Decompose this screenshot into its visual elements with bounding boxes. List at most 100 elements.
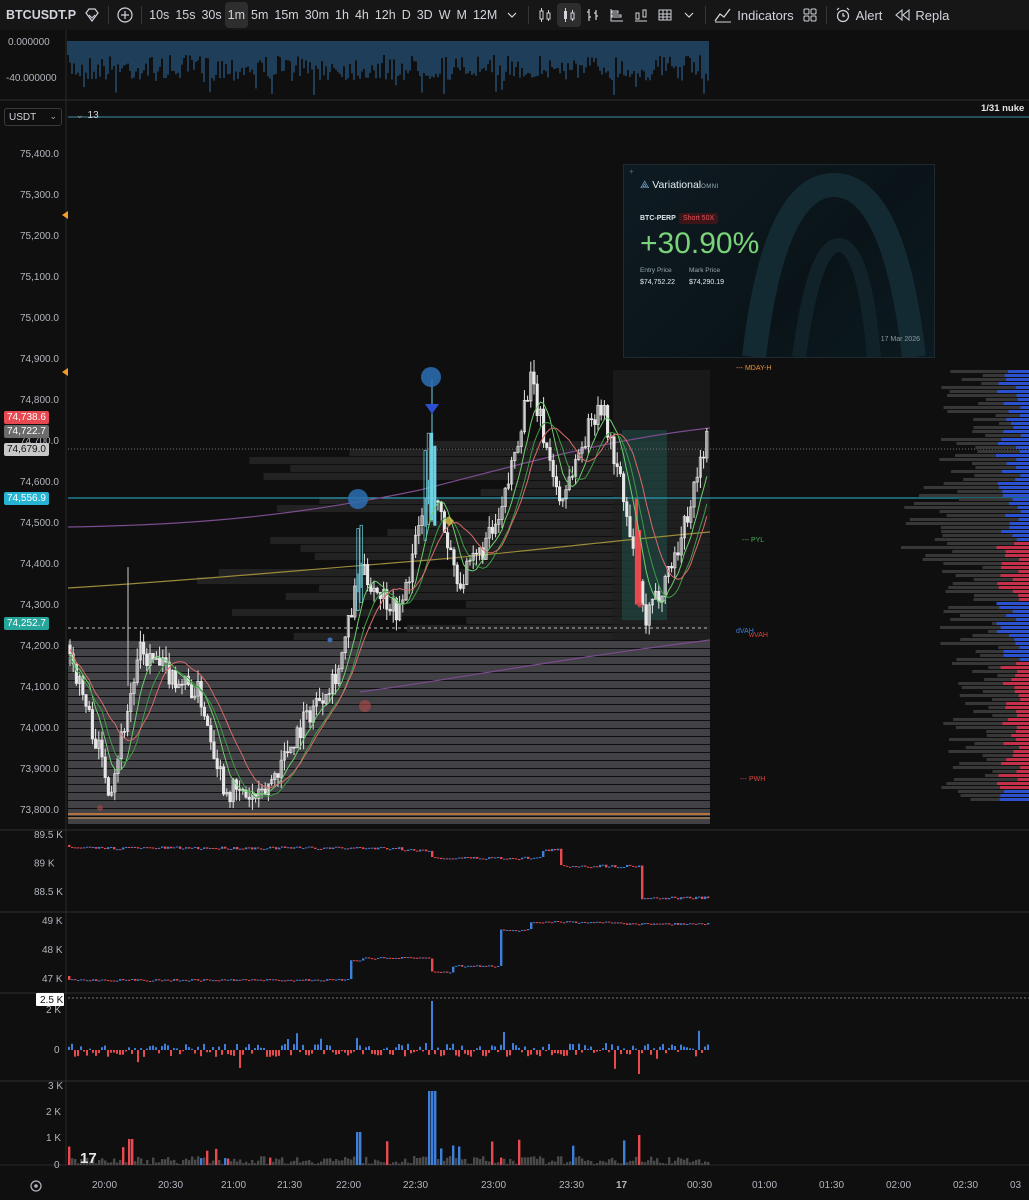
chevron-down-icon[interactable]: [500, 3, 524, 27]
pane4-bar: [131, 1139, 134, 1165]
pane1-bar: [563, 865, 566, 867]
indicators-button[interactable]: Indicators: [710, 2, 797, 28]
pane3-bar: [146, 1048, 148, 1050]
pane1-bar: [311, 846, 314, 848]
volume-profile-right: [1002, 494, 1029, 497]
pane2-bar: [185, 979, 188, 981]
interval-w[interactable]: W: [436, 2, 454, 28]
pane3-bar: [692, 1048, 694, 1050]
volume-profile-right: [1003, 402, 1029, 405]
pane3-bar: [113, 1050, 115, 1053]
pane4-bar: [224, 1158, 227, 1165]
pane1-bar: [221, 846, 224, 849]
chevron-down-icon[interactable]: [677, 3, 701, 27]
pane3-bar: [194, 1050, 196, 1054]
pane2-bar: [98, 980, 101, 982]
pane3-bar: [83, 1050, 85, 1052]
interval-30m[interactable]: 30m: [302, 2, 332, 28]
volume-profile-right: [1017, 778, 1029, 781]
alert-button[interactable]: Alert: [831, 2, 887, 28]
volume-profile-right: [1015, 674, 1029, 677]
pane3-bar: [257, 1044, 259, 1050]
pane2-bar: [365, 957, 368, 959]
pane1-bar: [467, 857, 470, 859]
pane3-bar: [374, 1050, 376, 1055]
candle-body: [644, 604, 648, 626]
volume-profile-right: [998, 774, 1029, 777]
pane1-bar: [515, 858, 518, 860]
pane3-bar: [635, 1048, 637, 1050]
pane1-bar: [689, 896, 692, 899]
interval-1h[interactable]: 1h: [332, 2, 352, 28]
volume-profile-right: [1014, 638, 1029, 641]
pane2-bar: [566, 921, 569, 923]
interval-12h[interactable]: 12h: [372, 2, 399, 28]
table-icon[interactable]: [653, 3, 677, 27]
bars-chart-icon[interactable]: [581, 3, 605, 27]
pane4-bar: [269, 1157, 272, 1165]
pane4-bar: [527, 1157, 530, 1165]
candle-body: [276, 773, 280, 778]
interval-12m[interactable]: 12M: [470, 2, 500, 28]
interval-5m[interactable]: 5m: [248, 2, 271, 28]
pane1-bar: [173, 847, 176, 849]
pane1-bar: [377, 847, 380, 850]
pane3-bar: [92, 1050, 94, 1053]
interval-15m[interactable]: 15m: [271, 2, 301, 28]
pane3-bar: [158, 1050, 160, 1054]
volume-profile-right: [1012, 578, 1029, 581]
pane4-bar: [593, 1163, 596, 1165]
templates-icon[interactable]: [798, 3, 822, 27]
pane1-bar: [392, 847, 395, 850]
pane4-bar: [692, 1161, 695, 1165]
pane4-bar: [491, 1141, 494, 1165]
candles-icon[interactable]: [533, 3, 557, 27]
pane1-bar: [557, 848, 560, 851]
pane3-bar: [248, 1044, 250, 1050]
pane1-bar: [368, 847, 371, 849]
pane2-bar: [257, 979, 260, 981]
signal-dot: [421, 367, 441, 387]
pane1-bar: [581, 865, 584, 867]
price-label: 74,679.0: [4, 443, 49, 456]
symbol-button[interactable]: BTCUSDT.P: [0, 2, 80, 28]
indicator-count-toggle[interactable]: ⌄ 13: [76, 110, 99, 121]
pane3-bar: [287, 1039, 289, 1050]
diamond-icon[interactable]: [80, 3, 104, 27]
pane1-bar: [350, 847, 353, 849]
indicators-icon: [714, 8, 732, 23]
volume-profile-right: [1015, 466, 1029, 469]
pane4-bar: [569, 1161, 572, 1165]
time-tick: 03: [1010, 1180, 1022, 1191]
pane3-tick: 0: [54, 1045, 60, 1056]
interval-d[interactable]: D: [399, 2, 414, 28]
pane3-bar: [125, 1050, 127, 1052]
pane2-bar: [440, 971, 443, 973]
pane2-bar: [173, 979, 176, 981]
interval-4h[interactable]: 4h: [352, 2, 372, 28]
pane2-bar: [161, 980, 164, 982]
column-chart-icon[interactable]: [629, 3, 653, 27]
currency-select[interactable]: USDT ⌄: [4, 108, 62, 126]
volume-profile-right: [1016, 726, 1029, 729]
interval-3d[interactable]: 3D: [414, 2, 436, 28]
interval-m[interactable]: M: [454, 2, 470, 28]
pane1-bar: [323, 847, 326, 849]
pane3-bar: [395, 1047, 397, 1050]
interval-1m[interactable]: 1m: [224, 2, 248, 28]
pane2-tick: 49 K: [42, 916, 63, 927]
pane2-bar: [422, 957, 425, 959]
volume-profile-block: [68, 745, 710, 752]
volume-profile-right: [1001, 438, 1029, 441]
interval-15s[interactable]: 15s: [172, 2, 198, 28]
volume-profile-right: [1012, 610, 1029, 613]
hollow-candles-icon[interactable]: [557, 3, 582, 27]
pane3-bar: [623, 1048, 625, 1050]
volume-profile-icon[interactable]: [605, 3, 629, 27]
replay-button[interactable]: Repla: [890, 2, 953, 28]
pane4-bar: [317, 1163, 320, 1165]
interval-30s[interactable]: 30s: [198, 2, 224, 28]
interval-10s[interactable]: 10s: [146, 2, 172, 28]
add-symbol-icon[interactable]: [113, 3, 137, 27]
pane4-bar: [398, 1163, 401, 1165]
